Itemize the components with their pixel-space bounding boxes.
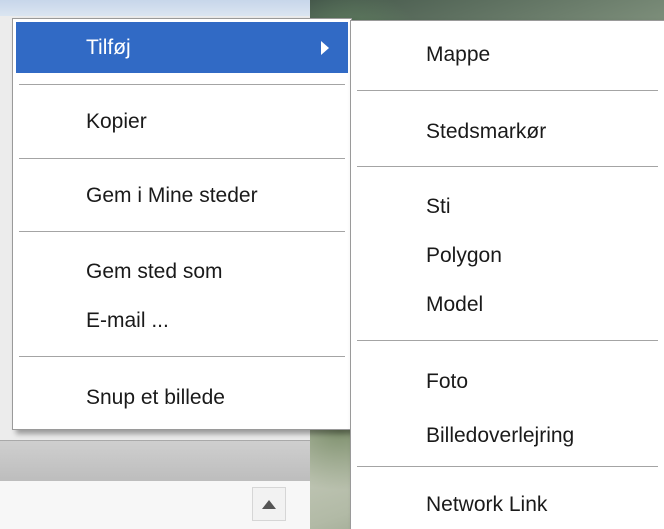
- menu-item-label: Polygon: [426, 243, 502, 267]
- menu-item-label: Mappe: [426, 42, 491, 66]
- submenu-item-network-link[interactable]: Network Link: [354, 487, 661, 521]
- menu-item-label: Tilføj: [86, 36, 131, 59]
- menu-item-label: Network Link: [426, 492, 548, 516]
- menu-item-save-image[interactable]: Snup et billede: [16, 380, 348, 414]
- panel-header: [0, 0, 310, 16]
- arrow-right-icon: [321, 40, 329, 55]
- panel-toolbar: [0, 440, 310, 481]
- menu-item-save-to-my-places[interactable]: Gem i Mine steder: [16, 178, 348, 212]
- add-submenu: Mappe Stedsmarkør Sti Polygon Model Foto…: [350, 20, 664, 529]
- submenu-item-photo[interactable]: Foto: [354, 364, 661, 398]
- menu-separator: [357, 466, 658, 468]
- menu-item-label: Sti: [426, 194, 451, 218]
- submenu-item-path[interactable]: Sti: [354, 189, 661, 223]
- menu-separator: [357, 340, 658, 342]
- submenu-item-folder[interactable]: Mappe: [354, 37, 661, 71]
- menu-item-label: Gem i Mine steder: [86, 183, 258, 207]
- menu-item-label: E-mail ...: [86, 308, 169, 332]
- menu-separator: [19, 158, 345, 160]
- menu-separator: [19, 84, 345, 86]
- menu-item-label: Model: [426, 292, 484, 316]
- menu-separator: [357, 90, 658, 92]
- menu-item-label: Billedoverlejring: [426, 423, 575, 447]
- menu-item-label: Snup et billede: [86, 385, 225, 409]
- menu-item-copy[interactable]: Kopier: [16, 104, 348, 138]
- scroll-up-button[interactable]: [252, 487, 286, 521]
- menu-item-label: Foto: [426, 369, 469, 393]
- menu-separator: [357, 166, 658, 168]
- menu-separator: [19, 231, 345, 233]
- menu-item-email[interactable]: E-mail ...: [16, 303, 348, 337]
- menu-item-label: Gem sted som: [86, 259, 223, 283]
- menu-item-add[interactable]: Tilføj: [16, 22, 348, 73]
- menu-separator: [19, 356, 345, 358]
- submenu-item-polygon[interactable]: Polygon: [354, 238, 661, 272]
- context-menu: Tilføj Kopier Gem i Mine steder Gem sted…: [12, 18, 352, 430]
- menu-item-label: Stedsmarkør: [426, 119, 547, 143]
- menu-item-save-place-as[interactable]: Gem sted som: [16, 254, 348, 288]
- submenu-item-placemark[interactable]: Stedsmarkør: [354, 114, 661, 148]
- menu-item-label: Kopier: [86, 109, 147, 133]
- arrow-up-icon: [262, 499, 276, 509]
- submenu-item-image-overlay[interactable]: Billedoverlejring: [354, 418, 661, 452]
- submenu-item-model[interactable]: Model: [354, 287, 661, 321]
